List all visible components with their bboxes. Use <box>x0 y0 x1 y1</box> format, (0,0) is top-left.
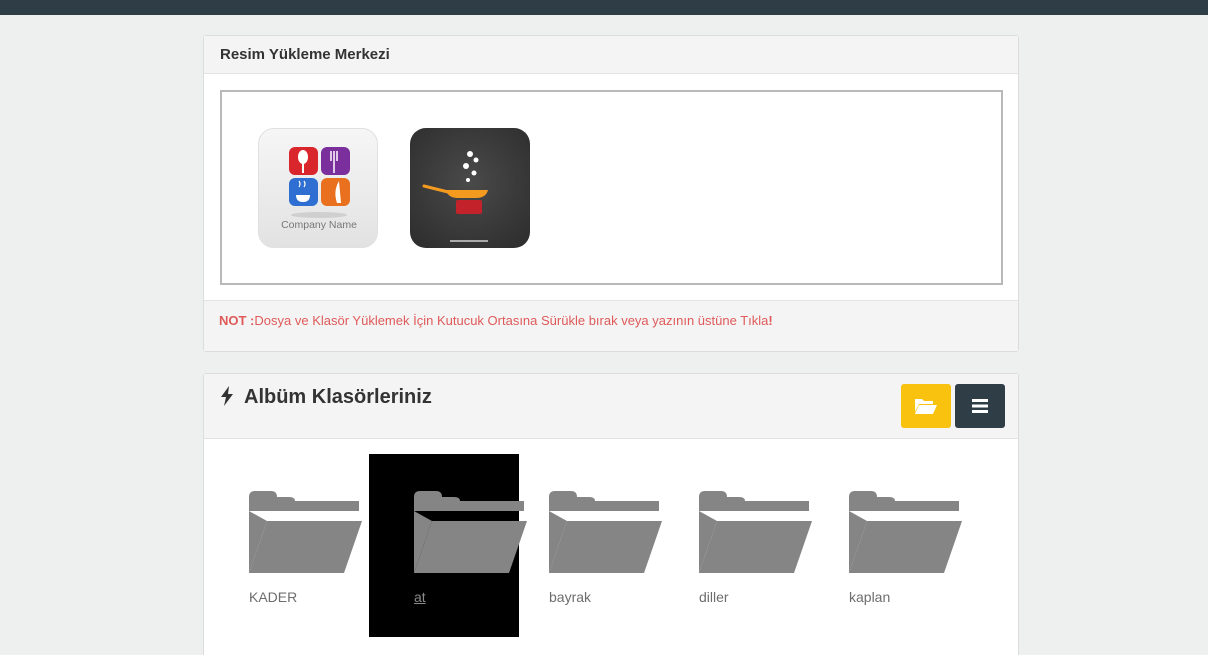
lightning-bolt-icon <box>221 386 233 406</box>
upload-panel: Resim Yükleme Merkezi Company Name NOT:… <box>203 35 1019 352</box>
note-text: Dosya ve Klasör Yüklemek İçin Kutucuk Or… <box>254 313 769 328</box>
upload-note[interactable]: NOT :Dosya ve Klasör Yüklemek İçin Kutuc… <box>204 300 1018 351</box>
folder-icon <box>549 491 662 573</box>
album-folder[interactable]: bayrak <box>504 454 662 637</box>
album-folder-selected[interactable]: at <box>369 454 527 637</box>
note-prefix: NOT : <box>219 313 255 328</box>
menu-icon <box>972 399 988 413</box>
albums-title: Albüm Klasörleriniz <box>244 386 432 408</box>
album-folder-label: bayrak <box>549 589 592 605</box>
uploaded-image-thumbnail[interactable]: Company Name <box>258 128 378 248</box>
albums-panel: Albüm Klasörleriniz KADER at bayrak dill… <box>203 373 1019 655</box>
album-folder[interactable]: kaplan <box>804 454 962 637</box>
uploaded-image-thumbnail[interactable] <box>410 128 530 248</box>
upload-dropzone[interactable]: Company Name <box>220 90 1003 285</box>
album-folder[interactable]: diller <box>654 454 812 637</box>
menu-button[interactable] <box>955 384 1005 428</box>
note-suffix: ! <box>768 313 773 328</box>
folder-icon <box>699 491 812 573</box>
open-folder-button[interactable] <box>901 384 951 428</box>
album-folder[interactable]: KADER <box>204 454 362 637</box>
thumbnail-caption: Company Name <box>281 219 357 231</box>
folder-open-icon <box>915 399 937 414</box>
albums-panel-heading: Albüm Klasörleriniz <box>204 374 1018 439</box>
top-bar <box>0 0 1208 15</box>
album-folder-label: kaplan <box>849 589 891 605</box>
album-folder-label: KADER <box>249 589 298 605</box>
frying-pan-logo-icon <box>422 151 488 242</box>
folder-icon <box>249 491 362 573</box>
folder-icon <box>849 491 962 573</box>
upload-panel-title: Resim Yükleme Merkezi <box>204 36 1018 74</box>
album-folder-label: diller <box>699 589 729 605</box>
album-folder-label[interactable]: at <box>414 589 426 605</box>
